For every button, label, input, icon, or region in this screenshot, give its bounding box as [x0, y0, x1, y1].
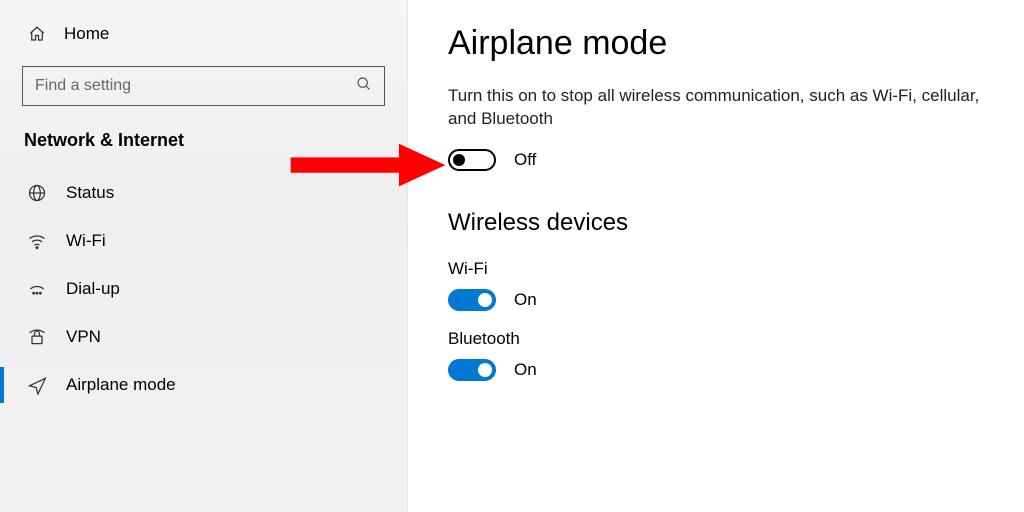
vpn-icon — [26, 327, 48, 347]
airplane-mode-toggle[interactable] — [448, 149, 496, 171]
search-input[interactable] — [35, 77, 356, 95]
sidebar-item-status[interactable]: Status — [0, 169, 407, 217]
search-icon — [356, 76, 372, 97]
sidebar-item-label: Dial-up — [66, 279, 120, 299]
sidebar-item-airplane-mode[interactable]: Airplane mode — [0, 361, 407, 409]
sidebar-item-vpn[interactable]: VPN — [0, 313, 407, 361]
nav-home[interactable]: Home — [0, 14, 407, 54]
airplane-icon — [26, 375, 48, 395]
home-icon — [26, 25, 48, 43]
wifi-toggle-label: On — [514, 290, 537, 310]
wireless-section-title: Wireless devices — [448, 209, 1024, 237]
sidebar-item-label: Wi-Fi — [66, 231, 106, 251]
dialup-icon — [26, 279, 48, 299]
page-title: Airplane mode — [448, 24, 1024, 63]
sidebar-item-label: Status — [66, 183, 114, 203]
airplane-mode-toggle-label: Off — [514, 150, 536, 170]
main-content: Airplane mode Turn this on to stop all w… — [408, 0, 1024, 512]
bluetooth-toggle[interactable] — [448, 359, 496, 381]
search-settings[interactable] — [22, 66, 385, 106]
sidebar-item-dialup[interactable]: Dial-up — [0, 265, 407, 313]
sidebar-item-wifi[interactable]: Wi-Fi — [0, 217, 407, 265]
sidebar-item-label: VPN — [66, 327, 101, 347]
category-title: Network & Internet — [0, 124, 407, 169]
globe-icon — [26, 183, 48, 203]
wifi-device-label: Wi-Fi — [448, 259, 1024, 279]
nav-home-label: Home — [64, 24, 109, 44]
bluetooth-device-label: Bluetooth — [448, 329, 1024, 349]
wifi-toggle[interactable] — [448, 289, 496, 311]
airplane-description: Turn this on to stop all wireless commun… — [448, 85, 1008, 131]
bluetooth-toggle-label: On — [514, 360, 537, 380]
sidebar-item-label: Airplane mode — [66, 375, 176, 395]
wifi-icon — [26, 231, 48, 251]
settings-sidebar: Home Network & Internet Status Wi-Fi Dia… — [0, 0, 408, 512]
